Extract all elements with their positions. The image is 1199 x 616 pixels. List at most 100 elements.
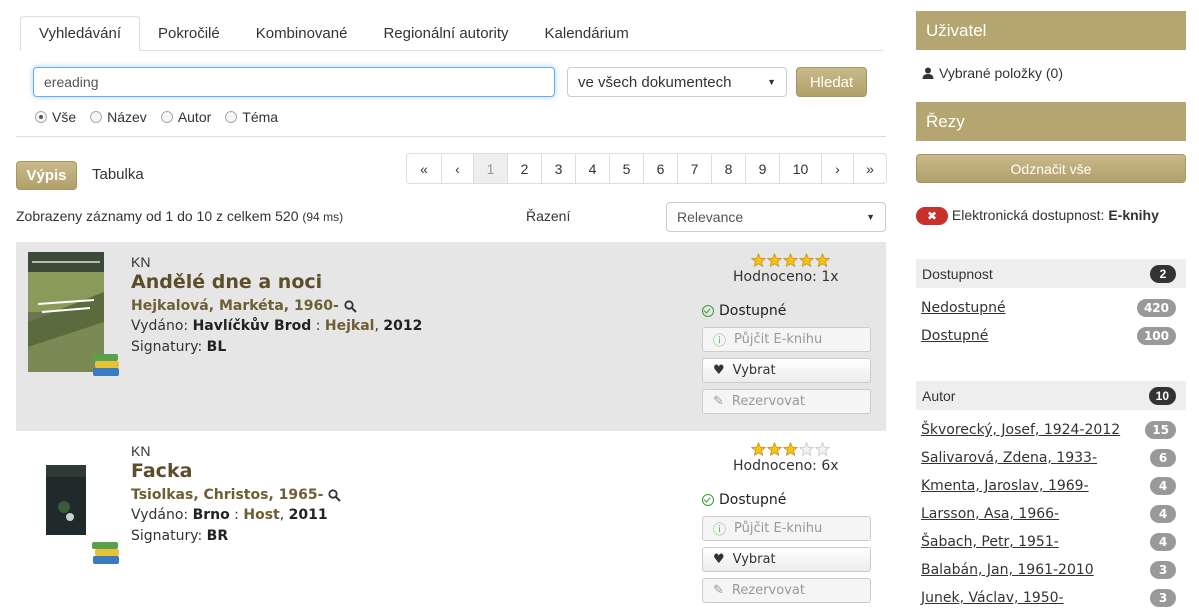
star-icon[interactable] [815, 253, 830, 267]
document-type: KN [131, 254, 151, 270]
page-6[interactable]: 6 [643, 154, 677, 183]
facet-link[interactable]: Larsson, Asa, 1966- [921, 506, 1059, 522]
facet-count-badge: 10 [1148, 386, 1176, 405]
star-icon[interactable] [783, 442, 798, 456]
radio-icon [225, 111, 238, 123]
result-author[interactable]: Tsiolkas, Christos, 1965- [131, 487, 342, 503]
reserve-button[interactable]: ✎ Rezervovat [702, 389, 871, 414]
sort-label: Řazení [526, 208, 571, 224]
star-icon[interactable] [799, 253, 814, 267]
radio-icon [90, 111, 103, 123]
search-button[interactable]: Hledat [796, 67, 867, 97]
reserve-button[interactable]: ✎ Rezervovat [702, 578, 871, 603]
signature-value: BL [206, 339, 227, 355]
publisher[interactable]: Hejkal [325, 318, 375, 334]
facet-link[interactable]: Škvorecký, Josef, 1924-2012 [921, 422, 1120, 438]
facet-count-badge: 6 [1150, 449, 1176, 467]
tab-search[interactable]: Vyhledávání [20, 16, 141, 51]
borrow-ebook-button[interactable]: ⓘ Půjčit E-knihu [702, 516, 871, 541]
star-icon[interactable] [799, 442, 814, 456]
select-button[interactable]: ♥ Vybrat [702, 547, 871, 572]
facet-availability-header[interactable]: Dostupnost 2 [916, 259, 1186, 288]
search-scope-value: ve všech dokumentech [578, 73, 732, 91]
result-author[interactable]: Hejkalová, Markéta, 1960- [131, 298, 357, 314]
search-icon[interactable] [328, 488, 342, 502]
page-8[interactable]: 8 [711, 154, 745, 183]
page-4[interactable]: 4 [575, 154, 609, 183]
pencil-icon: ✎ [713, 394, 724, 409]
facet-author-header[interactable]: Autor 10 [916, 381, 1186, 410]
ebook-icon [92, 542, 119, 564]
page-9[interactable]: 9 [745, 154, 779, 183]
page-last[interactable]: » [853, 154, 886, 183]
radio-all[interactable]: Vše [35, 109, 76, 125]
button-label: Půjčit E-knihu [734, 332, 823, 347]
search-scope-select[interactable]: ve všech dokumentech ▼ [567, 67, 787, 97]
radio-author[interactable]: Autor [160, 109, 212, 125]
star-icon[interactable] [751, 442, 766, 456]
star-icon[interactable] [767, 253, 782, 267]
facet-link[interactable]: Dostupné [921, 328, 988, 344]
availability-status: Dostupné [702, 492, 786, 508]
issued-label: Vydáno: [131, 507, 189, 523]
unmark-all-button[interactable]: Odznačit vše [916, 154, 1186, 183]
page-7[interactable]: 7 [677, 154, 711, 183]
star-icon[interactable] [767, 442, 782, 456]
user-icon [922, 67, 934, 79]
page-5[interactable]: 5 [609, 154, 643, 183]
select-button[interactable]: ♥ Vybrat [702, 358, 871, 383]
facets-header: Řezy [916, 102, 1186, 141]
facet-link[interactable]: Kmenta, Jaroslav, 1969- [921, 478, 1089, 494]
facet-title: Dostupnost [922, 265, 993, 282]
tab-calendar[interactable]: Kalendárium [527, 16, 647, 51]
tab-advanced[interactable]: Pokročilé [140, 16, 238, 51]
pencil-icon: ✎ [713, 583, 724, 598]
rating-stars[interactable] [751, 442, 830, 456]
result-title[interactable]: Facka [131, 460, 192, 482]
radio-topic[interactable]: Téma [225, 109, 278, 125]
active-filter: ✖ Elektronická dostupnost: E-knihy [916, 205, 1186, 226]
check-circle-icon [702, 494, 714, 506]
button-label: Vybrat [732, 363, 776, 378]
remove-filter-icon[interactable]: ✖ [916, 207, 948, 226]
button-label: Rezervovat [731, 583, 805, 598]
user-panel-header: Uživatel [916, 11, 1186, 50]
radio-label: Autor [177, 109, 212, 125]
page-prev[interactable]: ‹ [441, 154, 473, 183]
page-1[interactable]: 1 [473, 154, 507, 183]
book-cover-image[interactable] [28, 455, 102, 543]
search-icon[interactable] [344, 299, 357, 313]
page-next[interactable]: › [821, 154, 853, 183]
page-3[interactable]: 3 [541, 154, 575, 183]
facet-link[interactable]: Balabán, Jan, 1961-2010 [921, 562, 1094, 578]
tab-combined[interactable]: Kombinované [238, 16, 366, 51]
page-2[interactable]: 2 [507, 154, 541, 183]
facet-link[interactable]: Salivarová, Zdena, 1933- [921, 450, 1097, 466]
author-name: Tsiolkas, Christos, 1965- [131, 487, 324, 503]
facet-link[interactable]: Šabach, Petr, 1951- [921, 534, 1059, 550]
tab-regional-authorities[interactable]: Regionální autority [365, 16, 526, 51]
pagination: « ‹ 1 2 3 4 5 6 7 8 9 10 › » [406, 153, 887, 184]
publisher[interactable]: Host [243, 507, 279, 523]
selected-items-link[interactable]: Vybrané položky (0) [922, 65, 1063, 81]
search-input[interactable] [33, 67, 555, 97]
page-10[interactable]: 10 [779, 154, 821, 183]
page-first[interactable]: « [407, 154, 441, 183]
radio-title[interactable]: Název [90, 109, 147, 125]
star-icon[interactable] [815, 442, 830, 456]
facet-item: Nedostupné 420 [921, 299, 1176, 317]
facet-link[interactable]: Junek, Václav, 1950- [921, 590, 1064, 606]
view-table-button[interactable]: Tabulka [92, 166, 144, 183]
facet-link[interactable]: Nedostupné [921, 300, 1006, 316]
facet-title: Autor [922, 387, 956, 404]
rating-stars[interactable] [751, 253, 830, 267]
result-title[interactable]: Andělé dne a noci [131, 271, 322, 293]
star-icon[interactable] [783, 253, 798, 267]
facet-item: Kmenta, Jaroslav, 1969- 4 [921, 477, 1176, 495]
borrow-ebook-button[interactable]: ⓘ Půjčit E-knihu [702, 327, 871, 352]
rating-count: Hodnoceno: 6x [733, 458, 839, 474]
facet-item: Salivarová, Zdena, 1933- 6 [921, 449, 1176, 467]
star-icon[interactable] [751, 253, 766, 267]
sort-select[interactable]: Relevance ▼ [666, 202, 886, 232]
view-list-button[interactable]: Výpis [16, 161, 77, 190]
